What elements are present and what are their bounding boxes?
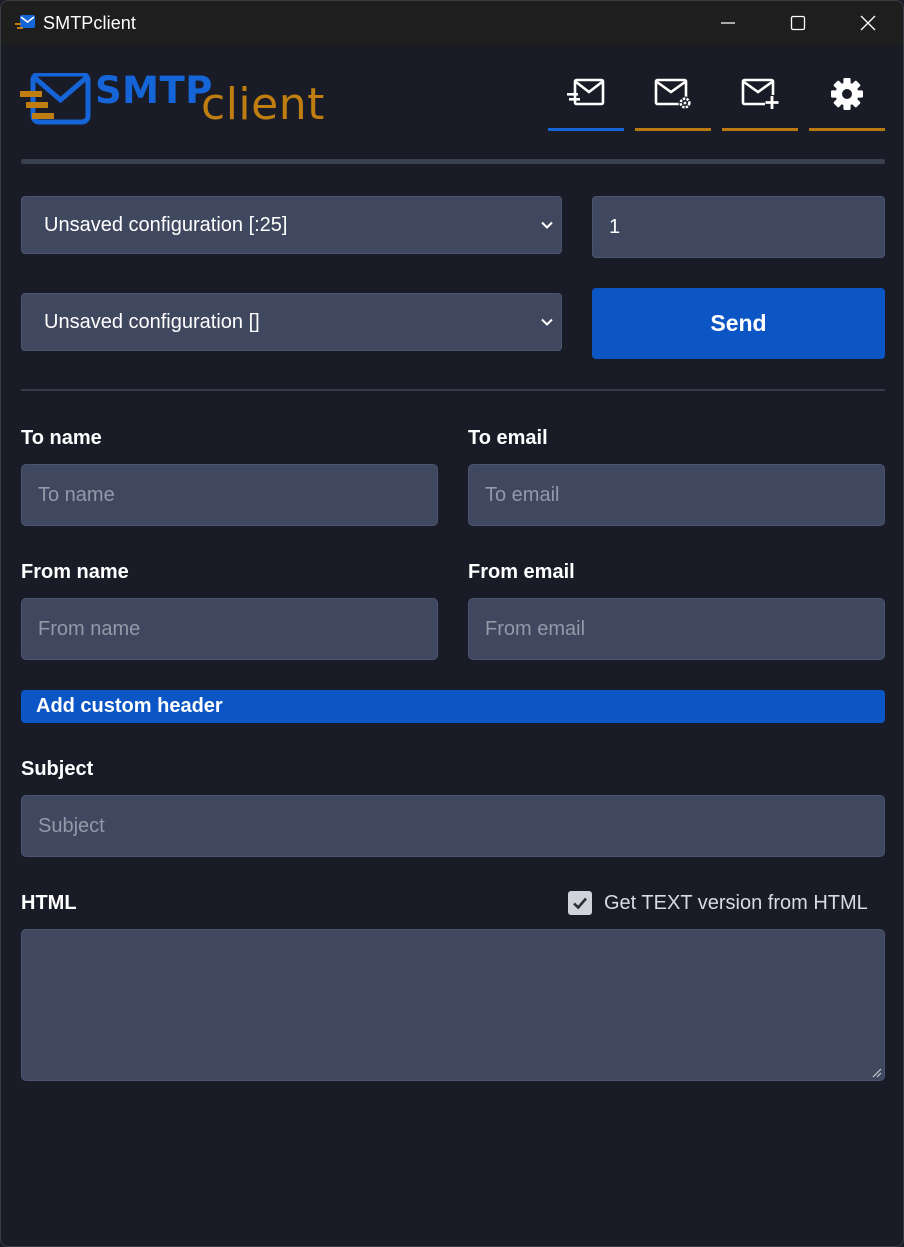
close-button[interactable]	[834, 1, 902, 45]
tab-underline	[548, 128, 624, 131]
header-divider	[21, 159, 885, 164]
text-from-html-toggle[interactable]: Get TEXT version from HTML	[568, 889, 868, 917]
close-icon	[860, 15, 876, 31]
to-name-input[interactable]	[21, 464, 438, 526]
tab-settings[interactable]	[809, 67, 885, 131]
from-name-label: From name	[21, 561, 129, 583]
section-divider	[21, 389, 885, 391]
to-email-label: To email	[468, 427, 548, 449]
message-config-select[interactable]: Unsaved configuration []	[21, 293, 562, 351]
tab-mail-settings[interactable]	[635, 67, 711, 131]
maximize-button[interactable]	[764, 1, 832, 45]
html-label: HTML	[21, 892, 77, 914]
checkmark-icon	[573, 897, 587, 910]
mail-gear-icon	[654, 78, 692, 110]
chevron-down-icon	[541, 318, 553, 326]
tab-underline	[635, 128, 711, 131]
tab-underline	[809, 128, 885, 131]
message-config-value: Unsaved configuration []	[44, 310, 260, 333]
maximize-icon	[790, 15, 806, 31]
from-email-input[interactable]	[468, 598, 885, 660]
tab-send-mail[interactable]	[548, 67, 624, 131]
send-button[interactable]: Send	[592, 288, 885, 359]
chevron-down-icon	[541, 221, 553, 229]
mail-send-icon	[567, 78, 605, 106]
minimize-button[interactable]	[694, 1, 762, 45]
mail-plus-icon	[741, 78, 779, 109]
tab-underline	[722, 128, 798, 131]
resize-grip-icon[interactable]	[870, 1066, 882, 1078]
gear-icon	[831, 78, 863, 110]
text-from-html-label: Get TEXT version from HTML	[604, 891, 868, 914]
from-name-input[interactable]	[21, 598, 438, 660]
add-custom-header-button[interactable]: Add custom header	[21, 690, 885, 723]
app-logo: SMTP client	[19, 69, 329, 130]
to-email-input[interactable]	[468, 464, 885, 526]
window-title: SMTPclient	[43, 13, 137, 33]
tab-new-mail[interactable]	[722, 67, 798, 131]
logo-text-client: client	[201, 79, 325, 130]
from-email-label: From email	[468, 561, 575, 583]
app-window: SMTPclient SMTP client Unsaved configura…	[0, 0, 904, 1247]
logo-mail-icon	[20, 73, 91, 125]
subject-label: Subject	[21, 758, 94, 780]
logo-text-smtp: SMTP	[95, 69, 213, 112]
app-icon	[15, 15, 35, 29]
to-name-label: To name	[21, 427, 102, 449]
subject-input[interactable]	[21, 795, 885, 857]
title-bar: SMTPclient	[1, 1, 903, 45]
server-config-value: Unsaved configuration [:25]	[44, 213, 288, 236]
server-config-select[interactable]: Unsaved configuration [:25]	[21, 196, 562, 254]
send-count-input[interactable]	[592, 196, 885, 258]
html-body-textarea[interactable]	[21, 929, 885, 1081]
minimize-icon	[721, 22, 735, 24]
text-from-html-checkbox[interactable]	[568, 891, 592, 915]
